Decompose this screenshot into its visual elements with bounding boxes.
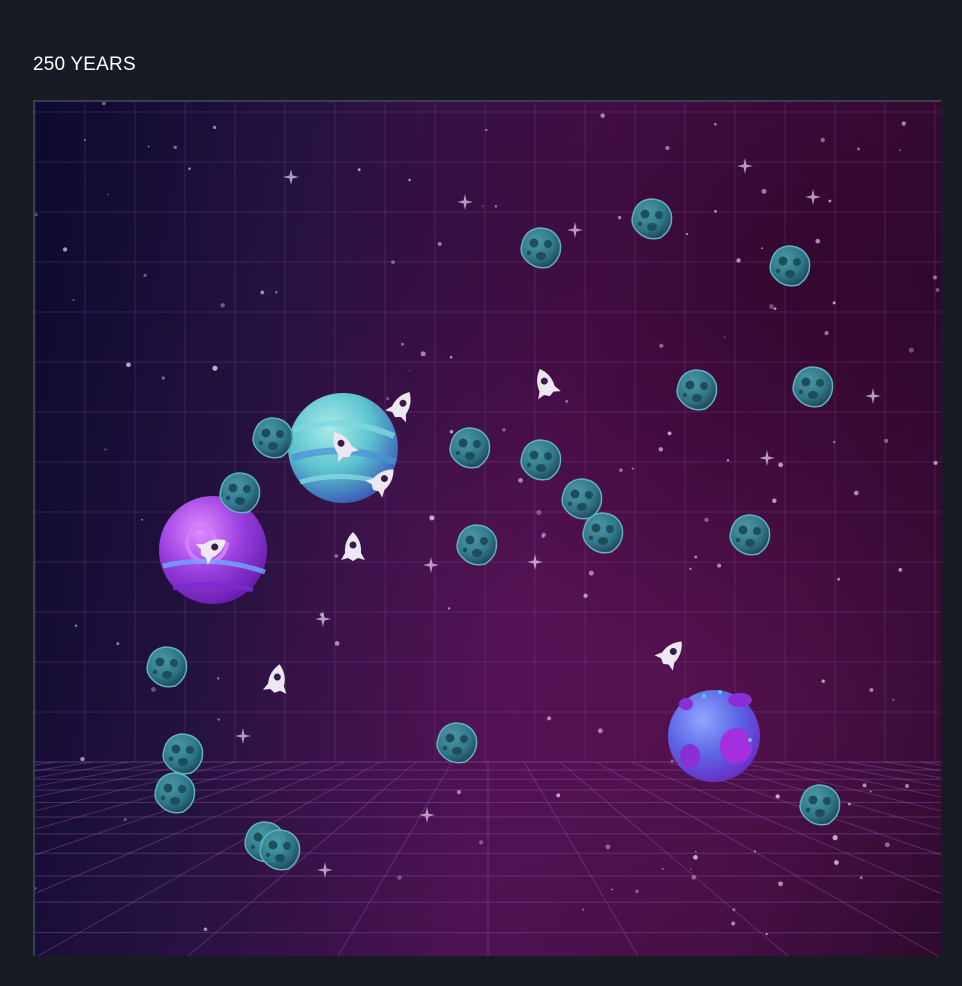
rocky-planet-icon <box>668 690 760 782</box>
game-sprites-layer <box>146 198 841 871</box>
asteroid-icon[interactable] <box>520 439 562 481</box>
rocket-icon[interactable] <box>385 386 420 423</box>
asteroid-icon[interactable] <box>252 417 294 459</box>
planet-blue[interactable] <box>668 690 760 782</box>
rocket-icon[interactable] <box>654 634 691 672</box>
asteroid-icon[interactable] <box>154 772 196 814</box>
rocket-icon[interactable] <box>341 532 365 561</box>
asteroid-icon[interactable] <box>729 514 771 556</box>
asteroid-icon[interactable] <box>449 427 491 469</box>
rocket-icon[interactable] <box>529 365 561 400</box>
asteroid-icon[interactable] <box>792 366 834 408</box>
elapsed-time-label: 250 YEARS <box>33 54 136 75</box>
asteroid-icon[interactable] <box>146 646 188 688</box>
asteroid-icon[interactable] <box>520 227 562 269</box>
asteroid-icon[interactable] <box>456 524 498 566</box>
asteroid-icon[interactable] <box>259 829 301 871</box>
asteroid-icon[interactable] <box>676 369 718 411</box>
asteroid-icon[interactable] <box>799 784 841 826</box>
rocket-icon[interactable] <box>262 662 292 695</box>
asteroid-icon[interactable] <box>561 478 603 520</box>
asteroid-icon[interactable] <box>582 512 624 554</box>
asteroid-icon[interactable] <box>769 245 811 287</box>
game-board[interactable] <box>33 100 941 956</box>
asteroid-icon[interactable] <box>436 722 478 764</box>
asteroid-icon[interactable] <box>219 472 261 514</box>
asteroid-icon[interactable] <box>631 198 673 240</box>
asteroid-icon[interactable] <box>162 733 204 775</box>
